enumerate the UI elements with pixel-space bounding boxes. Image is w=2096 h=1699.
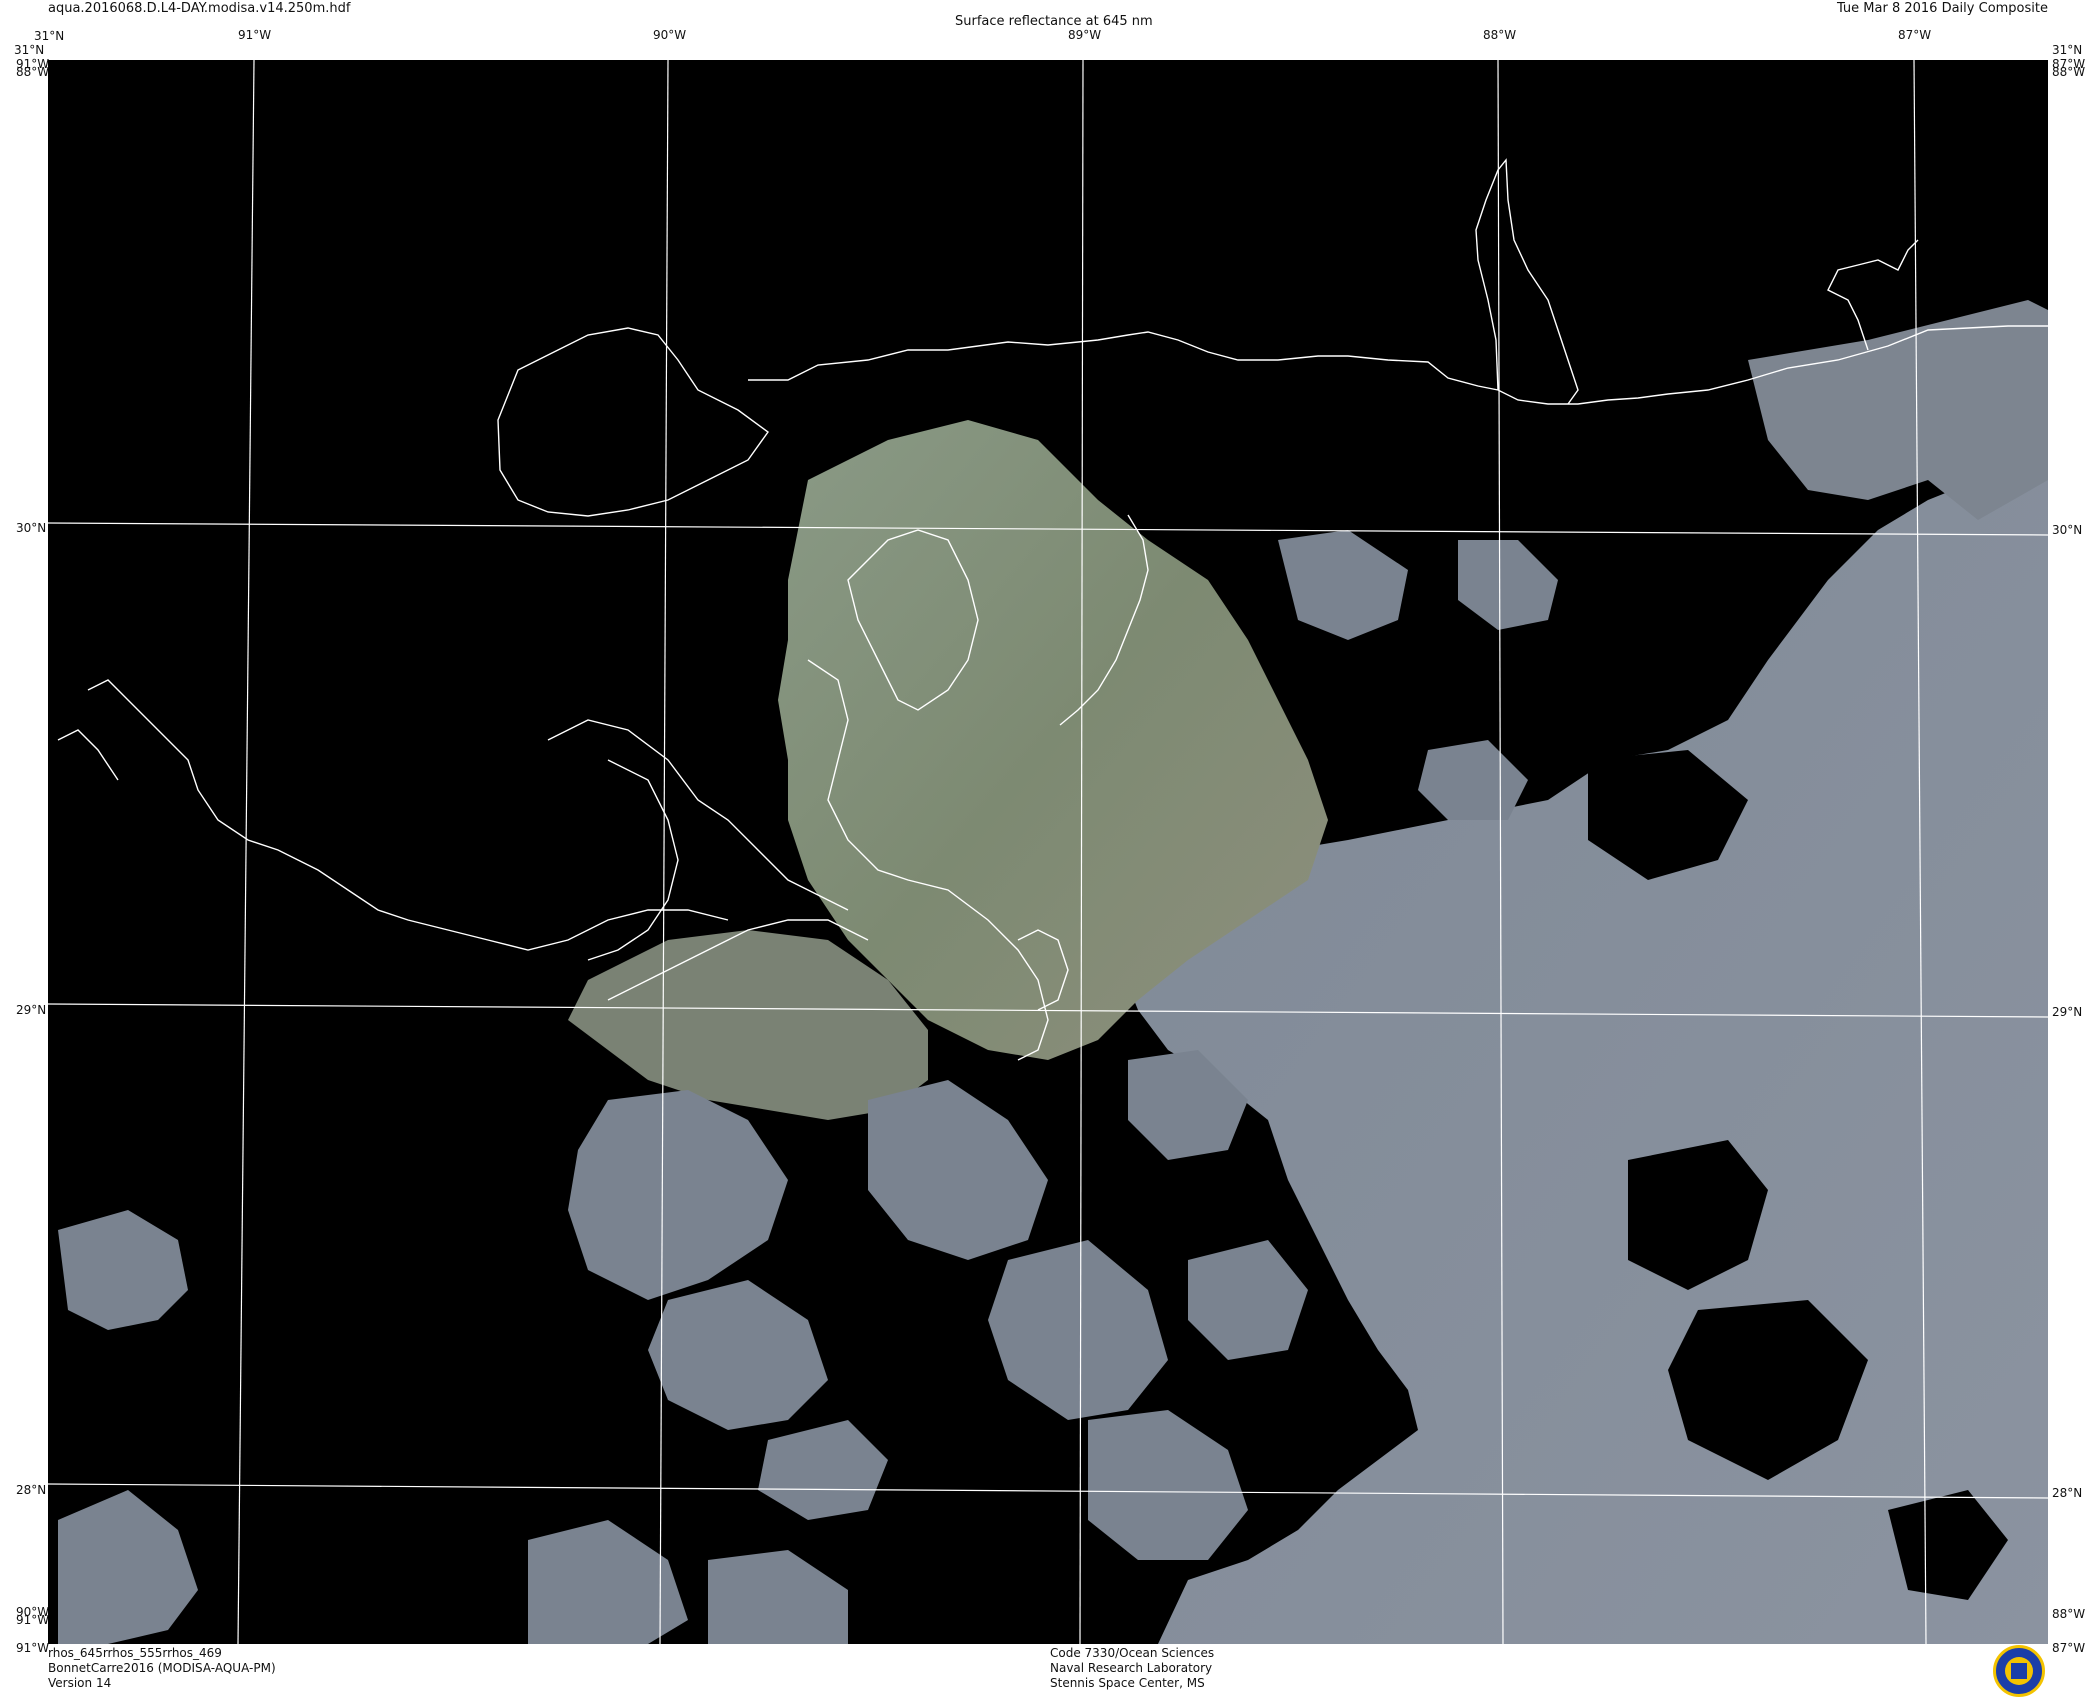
footer-bands: rhos_645rrhos_555rrhos_469 <box>48 1646 222 1660</box>
right-lon-bottom: 88°W <box>2052 1607 2086 1621</box>
ne-water-patch <box>1748 300 2048 520</box>
left-lat-label: 28°N <box>16 1483 47 1497</box>
right-lat-label: 30°N <box>2052 523 2083 537</box>
top-lon-label: 90°W <box>653 28 687 42</box>
top-lon-label: 88°W <box>1483 28 1517 42</box>
footer-project: BonnetCarre2016 (MODISA-AQUA-PM) <box>48 1661 276 1675</box>
file-name: aqua.2016068.D.L4-DAY.modisa.v14.250m.hd… <box>48 1 351 16</box>
left-lon-bottom2: 91°W <box>16 1613 50 1627</box>
footer-code: Code 7330/Ocean Sciences <box>1050 1646 1215 1660</box>
footer-lab: Naval Research Laboratory <box>1050 1661 1213 1675</box>
corner-lat-tl2: 31°N <box>14 43 45 57</box>
right-lon-bottom2: 87°W <box>2052 1641 2086 1655</box>
corner-lon-tl2: 88°W <box>16 65 50 79</box>
corner-lat-tr: 31°N <box>2052 43 2083 57</box>
top-lon-label: 89°W <box>1068 28 1102 42</box>
map-svg <box>48 60 2048 1644</box>
satellite-map[interactable] <box>48 60 2048 1644</box>
composite-date: Tue Mar 8 2016 Daily Composite <box>1836 1 2048 16</box>
corner-lon-tr2: 88°W <box>2052 65 2086 79</box>
top-lon-label: 91°W <box>238 28 272 42</box>
left-lat-label: 30°N <box>16 521 47 535</box>
left-lat-label: 29°N <box>16 1003 47 1017</box>
corner-lat-tl: 31°N <box>34 29 65 43</box>
right-lat-label: 29°N <box>2052 1005 2083 1019</box>
left-lon-bottom3: 91°W <box>16 1641 50 1655</box>
east-water-region <box>1108 370 2048 1644</box>
right-lat-label: 28°N <box>2052 1486 2083 1500</box>
nrl-seal-icon <box>1993 1645 2045 1697</box>
footer-location: Stennis Space Center, MS <box>1050 1676 1205 1690</box>
map-title: Surface reflectance at 645 nm <box>955 14 1153 29</box>
top-lon-label: 87°W <box>1898 28 1932 42</box>
footer-version: Version 14 <box>48 1676 112 1690</box>
